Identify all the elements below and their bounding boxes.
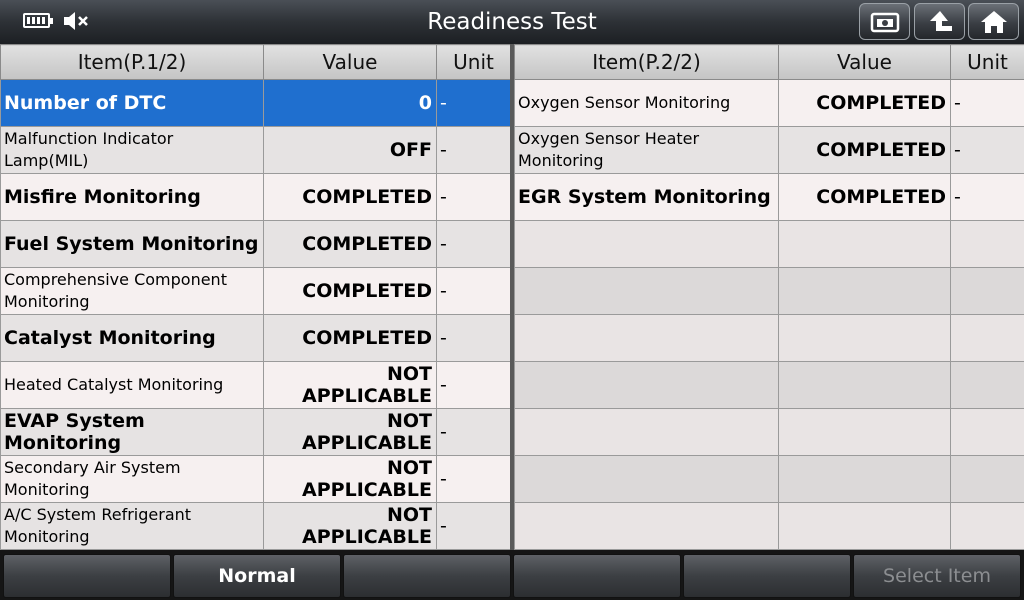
row-value: COMPLETED: [263, 173, 437, 221]
empty-row: [514, 502, 1024, 550]
row-item-name: Secondary Air System Monitoring: [0, 455, 264, 503]
row-unit: -: [436, 361, 511, 409]
table-row[interactable]: EGR System Monitoring COMPLETED -: [514, 173, 1024, 221]
table-row[interactable]: Secondary Air System Monitoring NOT APPL…: [0, 455, 511, 503]
function-button-4[interactable]: [513, 554, 681, 598]
empty-row: [514, 408, 1024, 456]
row-item-name: EGR System Monitoring: [514, 173, 779, 221]
screenshot-icon: [870, 12, 899, 32]
table-row[interactable]: Heated Catalyst Monitoring NOT APPLICABL…: [0, 361, 511, 409]
row-item-name: Number of DTC: [0, 79, 264, 127]
row-value: NOT APPLICABLE: [263, 502, 437, 550]
table-row[interactable]: Malfunction Indicator Lamp(MIL) OFF -: [0, 126, 511, 174]
row-item-name: Comprehensive Component Monitoring: [0, 267, 264, 315]
table-row[interactable]: Oxygen Sensor Monitoring COMPLETED -: [514, 79, 1024, 127]
table-row[interactable]: Number of DTC 0 -: [0, 79, 511, 127]
row-unit: -: [436, 455, 511, 503]
row-value: NOT APPLICABLE: [263, 361, 437, 409]
column-header-item: Item(P.1/2): [0, 44, 264, 80]
column-header-unit: Unit: [950, 44, 1024, 80]
row-item-name: EVAP System Monitoring: [0, 408, 264, 456]
row-unit: -: [950, 173, 1024, 221]
table-row[interactable]: Fuel System Monitoring COMPLETED -: [0, 220, 511, 268]
row-item-name: Oxygen Sensor Heater Monitoring: [514, 126, 779, 174]
screenshot-button[interactable]: [859, 3, 910, 40]
bottom-toolbar: Normal Select Item: [0, 550, 1024, 600]
left-table-panel: Item(P.1/2) Value Unit Number of DTC 0 -…: [0, 44, 511, 550]
function-button-3[interactable]: [343, 554, 511, 598]
row-value: OFF: [263, 126, 437, 174]
empty-row: [514, 314, 1024, 362]
empty-row: [514, 455, 1024, 503]
empty-row: [514, 267, 1024, 315]
table-header-row: Item(P.2/2) Value Unit: [514, 44, 1024, 80]
right-table-panel: Item(P.2/2) Value Unit Oxygen Sensor Mon…: [514, 44, 1024, 550]
row-value: NOT APPLICABLE: [263, 455, 437, 503]
table-header-row: Item(P.1/2) Value Unit: [0, 44, 511, 80]
empty-row: [514, 220, 1024, 268]
table-row[interactable]: Comprehensive Component Monitoring COMPL…: [0, 267, 511, 315]
table-row[interactable]: Oxygen Sensor Heater Monitoring COMPLETE…: [514, 126, 1024, 174]
back-button[interactable]: [914, 3, 965, 40]
column-header-unit: Unit: [436, 44, 511, 80]
right-data-table: Item(P.2/2) Value Unit Oxygen Sensor Mon…: [514, 44, 1024, 550]
row-value: COMPLETED: [778, 173, 951, 221]
row-value: COMPLETED: [263, 314, 437, 362]
row-item-name: Malfunction Indicator Lamp(MIL): [0, 126, 264, 174]
row-unit: -: [436, 126, 511, 174]
column-header-item: Item(P.2/2): [514, 44, 779, 80]
row-item-name: Misfire Monitoring: [0, 173, 264, 221]
empty-row: [514, 361, 1024, 409]
row-unit: -: [950, 126, 1024, 174]
row-unit: -: [436, 502, 511, 550]
row-item-name: Fuel System Monitoring: [0, 220, 264, 268]
row-value: 0: [263, 79, 437, 127]
table-row[interactable]: A/C System Refrigerant Monitoring NOT AP…: [0, 502, 511, 550]
row-item-name: Oxygen Sensor Monitoring: [514, 79, 779, 127]
row-unit: -: [436, 173, 511, 221]
row-unit: -: [436, 314, 511, 362]
row-value: COMPLETED: [263, 267, 437, 315]
table-row[interactable]: EVAP System Monitoring NOT APPLICABLE -: [0, 408, 511, 456]
table-row[interactable]: Catalyst Monitoring COMPLETED -: [0, 314, 511, 362]
row-unit: -: [436, 408, 511, 456]
function-button-1[interactable]: [3, 554, 171, 598]
home-icon: [980, 10, 1007, 33]
row-value: COMPLETED: [778, 126, 951, 174]
column-header-value: Value: [778, 44, 951, 80]
row-unit: -: [950, 79, 1024, 127]
home-button[interactable]: [968, 3, 1019, 40]
function-button-5[interactable]: [683, 554, 851, 598]
row-value: NOT APPLICABLE: [263, 408, 437, 456]
left-data-table: Item(P.1/2) Value Unit Number of DTC 0 -…: [0, 44, 511, 550]
column-header-value: Value: [263, 44, 437, 80]
row-item-name: Heated Catalyst Monitoring: [0, 361, 264, 409]
table-row[interactable]: Misfire Monitoring COMPLETED -: [0, 173, 511, 221]
row-unit: -: [436, 267, 511, 315]
row-item-name: A/C System Refrigerant Monitoring: [0, 502, 264, 550]
row-unit: -: [436, 79, 511, 127]
row-value: COMPLETED: [778, 79, 951, 127]
title-bar: Readiness Test: [0, 0, 1024, 45]
row-unit: -: [436, 220, 511, 268]
normal-button[interactable]: Normal: [173, 554, 341, 598]
row-value: COMPLETED: [263, 220, 437, 268]
row-item-name: Catalyst Monitoring: [0, 314, 264, 362]
select-item-button[interactable]: Select Item: [853, 554, 1021, 598]
back-arrow-icon: [929, 10, 952, 31]
